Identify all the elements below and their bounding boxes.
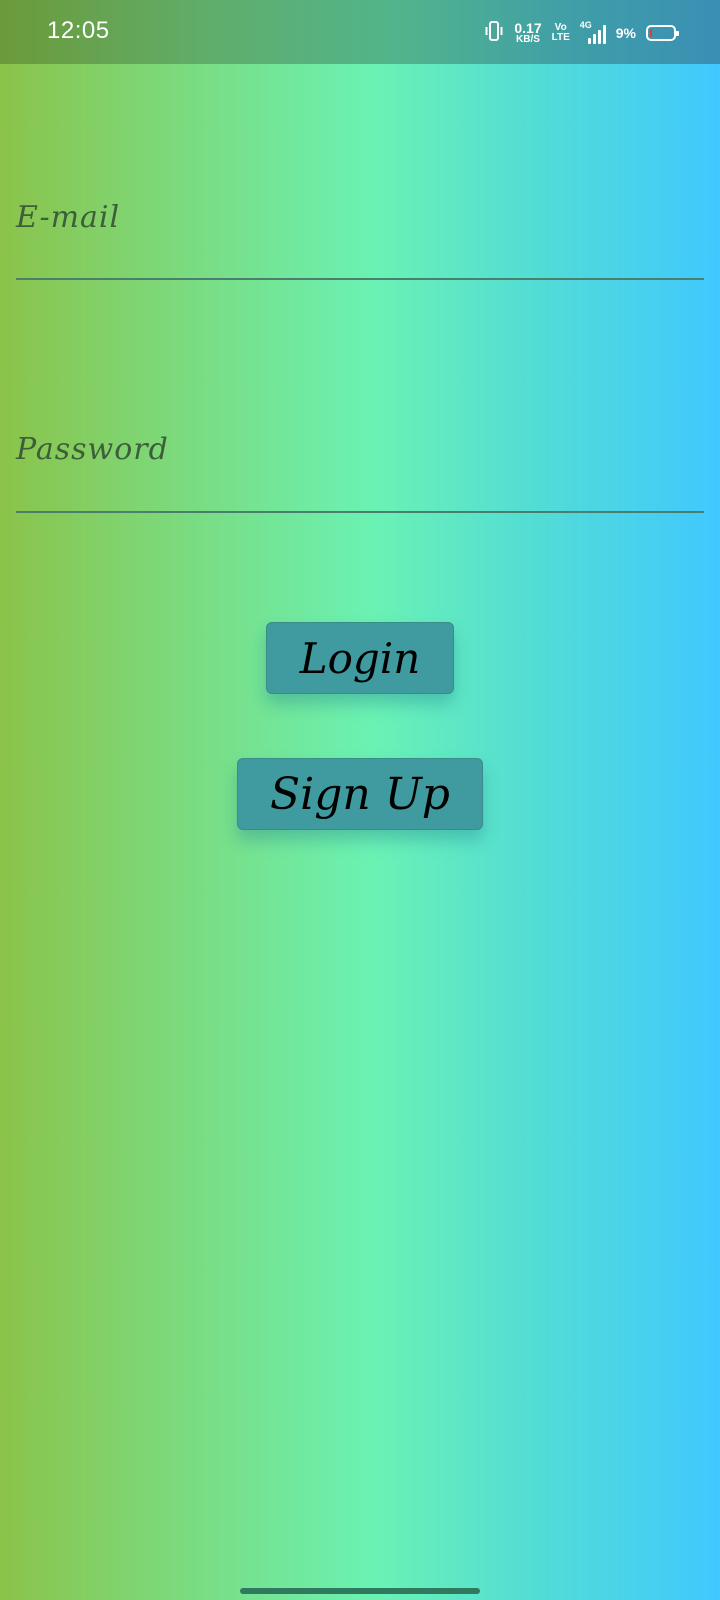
volte-indicator: Vo LTE: [552, 23, 570, 43]
battery-icon: [646, 25, 679, 41]
password-field[interactable]: [16, 511, 704, 513]
status-time: 12:05: [47, 17, 110, 44]
signal-icon: 4G: [579, 20, 606, 44]
battery-percent: 9%: [615, 25, 636, 41]
net-speed: 0.17 KB/S: [514, 21, 541, 45]
status-icons: 0.17 KB/S Vo LTE 4G 9%: [484, 18, 679, 48]
email-field-label: E-mail: [16, 200, 121, 235]
network-type: 4G: [579, 20, 592, 30]
status-bar: 12:05 0.17 KB/S Vo LTE 4G 9%: [0, 0, 720, 64]
vibrate-icon: [484, 20, 504, 47]
login-button[interactable]: Login: [266, 622, 454, 694]
volte-bottom: LTE: [551, 32, 570, 43]
signup-button[interactable]: Sign Up: [237, 758, 483, 830]
password-field-label: Password: [16, 432, 169, 467]
battery-level: [650, 29, 652, 37]
email-field[interactable]: [16, 278, 704, 280]
home-indicator[interactable]: [240, 1588, 480, 1594]
net-speed-value: 0.17: [514, 20, 542, 36]
net-speed-unit: KB/S: [516, 34, 540, 45]
